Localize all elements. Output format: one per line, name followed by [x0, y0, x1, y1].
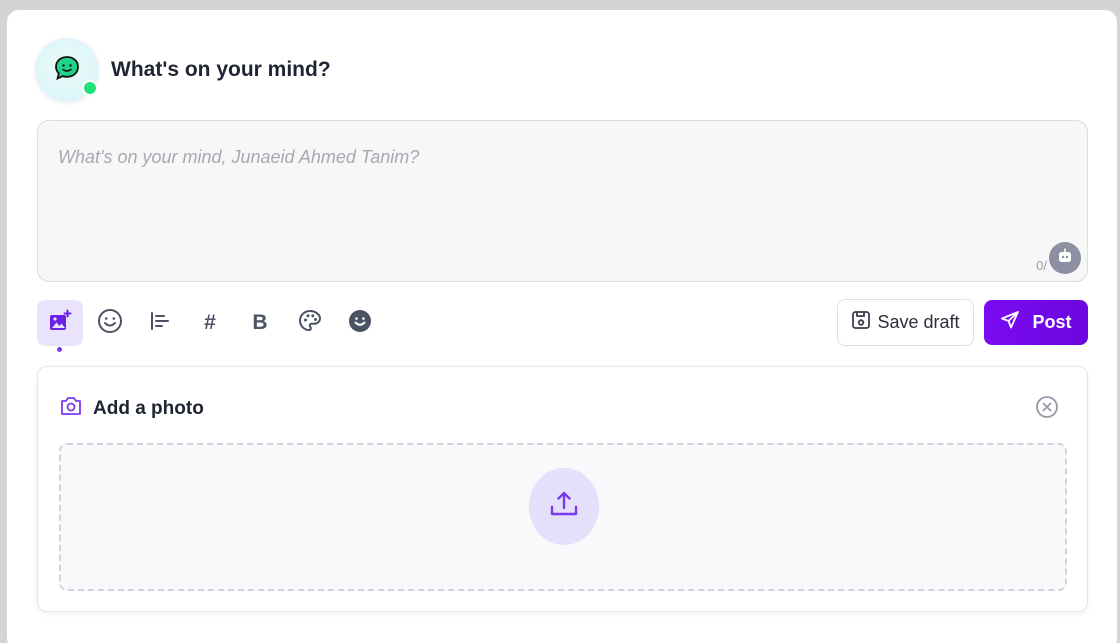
add-photo-title: Add a photo	[93, 397, 204, 419]
close-circle-icon	[1035, 396, 1059, 423]
post-composer-card: What's on your mind? What's on your mind…	[7, 10, 1117, 643]
add-image-tool[interactable]	[37, 300, 83, 352]
photo-dropzone[interactable]	[59, 443, 1067, 591]
hashtag-tool[interactable]: #	[187, 300, 233, 346]
post-text-input[interactable]: What's on your mind, Junaeid Ahmed Tanim…	[37, 120, 1088, 282]
upload-button[interactable]	[529, 468, 599, 545]
robot-icon	[1056, 247, 1074, 270]
add-photo-header: Add a photo	[59, 395, 204, 422]
image-plus-icon	[48, 309, 72, 338]
floppy-disk-icon	[851, 310, 877, 335]
bold-tool[interactable]: B	[237, 300, 283, 346]
smiley-icon	[97, 308, 123, 339]
ai-assistant-button[interactable]	[1049, 242, 1081, 274]
chat-bubble-smile-icon	[53, 54, 81, 87]
camera-icon	[59, 395, 83, 422]
palette-icon	[298, 309, 322, 338]
align-tool[interactable]	[137, 300, 183, 346]
close-photo-panel-button[interactable]	[1035, 395, 1059, 419]
add-photo-panel: Add a photo	[37, 366, 1088, 612]
align-left-icon	[149, 310, 171, 337]
sticker-icon	[348, 309, 372, 338]
character-count: 0/	[1036, 258, 1047, 273]
emoji-tool[interactable]	[87, 300, 133, 346]
online-status-dot	[82, 80, 98, 96]
hash-icon: #	[204, 311, 216, 334]
color-tool[interactable]	[287, 300, 333, 346]
avatar[interactable]	[35, 38, 99, 102]
post-label: Post	[1032, 312, 1072, 332]
formatting-toolbar: # B	[37, 300, 387, 352]
save-draft-label: Save draft	[877, 312, 960, 332]
upload-icon	[549, 489, 579, 524]
post-button[interactable]: Post	[984, 300, 1088, 345]
send-icon	[1000, 310, 1032, 335]
composer-header: What's on your mind?	[35, 38, 331, 102]
page-title: What's on your mind?	[111, 58, 331, 81]
post-input-placeholder: What's on your mind, Junaeid Ahmed Tanim…	[58, 147, 420, 167]
sticker-tool[interactable]	[337, 300, 383, 346]
bold-icon: B	[252, 311, 268, 334]
save-draft-button[interactable]: Save draft	[837, 299, 974, 346]
